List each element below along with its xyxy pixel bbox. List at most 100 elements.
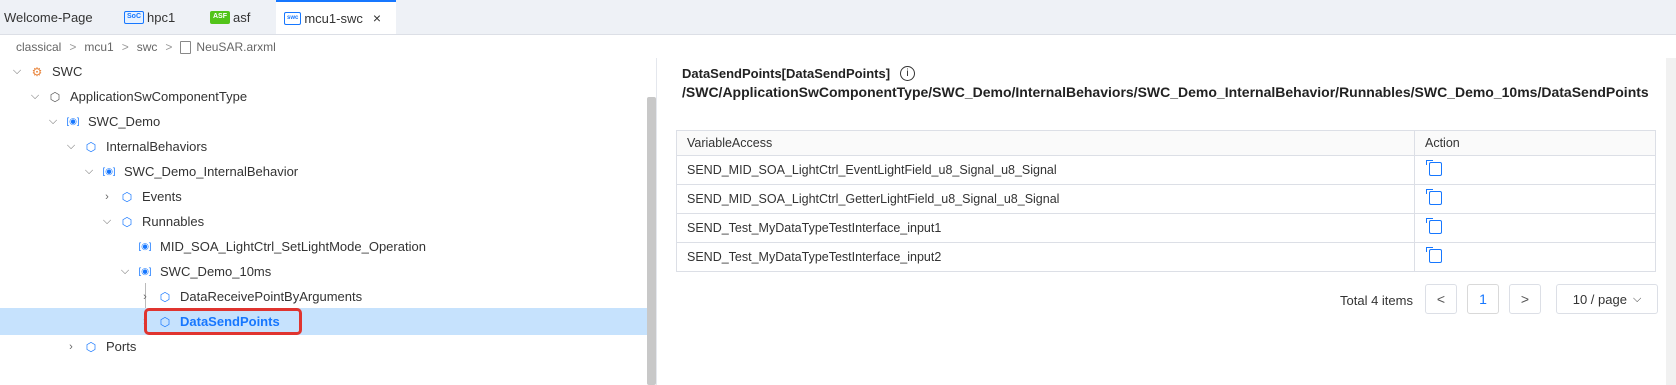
tree-node-swc[interactable]: ⌵ ⚙ SWC <box>0 58 648 85</box>
close-icon[interactable]: × <box>373 10 381 26</box>
tab-bar: Welcome-Page SoC hpc1 ASF asf swc mcu1-s… <box>0 0 1676 35</box>
cube-icon: ⬡ <box>85 339 97 354</box>
tree-node-label: DataReceivePointByArguments <box>180 289 363 304</box>
chevron-down-icon[interactable]: ⌵ <box>10 65 24 78</box>
detail-path: /SWC/ApplicationSwComponentType/SWC_Demo… <box>682 84 1649 100</box>
action-cell <box>1414 184 1656 214</box>
chevron-right-icon: > <box>165 40 173 54</box>
file-icon <box>180 40 192 54</box>
tree-panel: ⌵ ⚙ SWC ⌵ ⬡ ApplicationSwComponentType ⌵… <box>0 58 648 385</box>
tree-node-label: SWC <box>52 64 83 79</box>
tree-node-datasendpoints[interactable]: › ⬡ DataSendPoints <box>0 308 648 335</box>
tree-node-swc-demo-10ms[interactable]: ⌵ [◉] SWC_Demo_10ms <box>0 258 648 285</box>
tab-label: mcu1-swc <box>304 10 363 26</box>
instance-icon: [◉] <box>102 166 116 176</box>
chevron-down-icon[interactable]: ⌵ <box>64 140 78 153</box>
next-page-button[interactable]: > <box>1509 284 1541 314</box>
tree-node-label: Runnables <box>142 214 205 229</box>
cube-icon: ⬡ <box>121 189 133 204</box>
detail-title-text: DataSendPoints[DataSendPoints] <box>682 66 891 81</box>
detail-scrollbar[interactable] <box>1666 58 1676 385</box>
table-cell: SEND_Test_MyDataTypeTestInterface_input1 <box>676 213 1415 243</box>
instance-icon: [◉] <box>138 241 152 251</box>
cube-icon: ⬡ <box>121 214 133 229</box>
chevron-right-icon[interactable]: › <box>100 191 114 203</box>
copy-icon[interactable] <box>1426 159 1442 176</box>
cube-icon: ⬡ <box>85 139 97 154</box>
tree-node-datareceivepointbyarguments[interactable]: › ⬡ DataReceivePointByArguments <box>0 283 648 310</box>
table-cell: SEND_Test_MyDataTypeTestInterface_input2 <box>676 242 1415 272</box>
prev-page-button[interactable]: < <box>1425 284 1457 314</box>
table-row: SEND_MID_SOA_LightCtrl_GetterLightField_… <box>676 184 1656 214</box>
tab-mcu1-swc[interactable]: swc mcu1-swc × <box>276 0 396 34</box>
detail-title: DataSendPoints[DataSendPoints] i <box>682 66 916 81</box>
tree-node-label: ApplicationSwComponentType <box>70 89 248 104</box>
tree-node-swc-demo-internalbehavior[interactable]: ⌵ [◉] SWC_Demo_InternalBehavior <box>0 158 648 185</box>
action-cell <box>1414 155 1656 185</box>
page-1-button[interactable]: 1 <box>1467 284 1499 314</box>
info-icon[interactable]: i <box>900 66 916 81</box>
chevron-right-icon: > <box>69 40 77 54</box>
tree-node-label: SWC_Demo_InternalBehavior <box>124 164 299 179</box>
table-row: SEND_Test_MyDataTypeTestInterface_input1 <box>676 213 1656 243</box>
swc-icon: swc <box>284 11 302 25</box>
chevron-down-icon: ⌵ <box>1632 292 1642 305</box>
tree-node-label: SWC_Demo_10ms <box>160 264 272 279</box>
page-size-select[interactable]: 10 / page ⌵ <box>1556 284 1658 314</box>
tree-node-label: MID_SOA_LightCtrl_SetLightMode_Operation <box>160 239 426 254</box>
tab-hpc1[interactable]: SoC hpc1 <box>124 0 175 34</box>
cube-icon: ⬡ <box>159 289 171 304</box>
instance-icon: [◉] <box>66 116 80 126</box>
chevron-down-icon[interactable]: ⌵ <box>28 90 42 103</box>
tree-node-setlightmode-operation[interactable]: [◉] MID_SOA_LightCtrl_SetLightMode_Opera… <box>0 233 648 260</box>
tree-node-ports[interactable]: › ⬡ Ports <box>0 333 648 360</box>
table-header-row: VariableAccess Action <box>676 130 1656 156</box>
tree-node-internalbehaviors[interactable]: ⌵ ⬡ InternalBehaviors <box>0 133 648 160</box>
breadcrumb-item[interactable]: mcu1 <box>84 40 113 54</box>
tab-label: hpc1 <box>147 9 176 25</box>
table-row: SEND_MID_SOA_LightCtrl_EventLightField_u… <box>676 155 1656 185</box>
instance-icon: [◉] <box>138 266 152 276</box>
panel-divider[interactable] <box>656 58 657 385</box>
chevron-down-icon[interactable]: ⌵ <box>100 215 114 228</box>
table-cell: SEND_MID_SOA_LightCtrl_EventLightField_u… <box>676 155 1415 185</box>
breadcrumb-item[interactable]: classical <box>16 40 61 54</box>
tree-node-applicationswcomponenttype[interactable]: ⌵ ⬡ ApplicationSwComponentType <box>0 83 648 110</box>
copy-icon[interactable] <box>1426 217 1442 234</box>
page-size-value: 10 / page <box>1572 291 1627 307</box>
action-cell <box>1414 213 1656 243</box>
pagination-total: Total 4 items <box>1340 292 1413 308</box>
column-header: Action <box>1414 130 1656 156</box>
tree-scrollbar[interactable] <box>647 97 656 385</box>
chevron-down-icon[interactable]: ⌵ <box>82 165 96 178</box>
soc-icon: SoC <box>124 10 144 24</box>
tab-label: asf <box>233 9 251 25</box>
breadcrumb: classical > mcu1 > swc > NeuSAR.arxml <box>0 36 276 58</box>
highlight-box <box>144 308 302 335</box>
tree-node-runnables[interactable]: ⌵ ⬡ Runnables <box>0 208 648 235</box>
column-header: VariableAccess <box>676 130 1415 156</box>
tree-node-events[interactable]: › ⬡ Events <box>0 183 648 210</box>
chevron-right-icon: > <box>121 40 129 54</box>
breadcrumb-file[interactable]: NeuSAR.arxml <box>196 40 275 54</box>
tree-node-label: Ports <box>106 339 137 354</box>
tab-welcome-page[interactable]: Welcome-Page <box>4 0 93 34</box>
variable-access-table: VariableAccess Action SEND_MID_SOA_Light… <box>676 130 1656 272</box>
component-tree-icon: ⚙ <box>31 64 43 79</box>
tree-node-swc-demo[interactable]: ⌵ [◉] SWC_Demo <box>0 108 648 135</box>
chevron-down-icon[interactable]: ⌵ <box>118 265 132 278</box>
tree-node-label: InternalBehaviors <box>106 139 208 154</box>
copy-icon[interactable] <box>1426 188 1442 205</box>
chevron-right-icon[interactable]: › <box>64 341 78 353</box>
breadcrumb-item[interactable]: swc <box>137 40 158 54</box>
cube-icon: ⬡ <box>49 89 61 104</box>
tab-label: Welcome-Page <box>4 9 93 25</box>
table-cell: SEND_MID_SOA_LightCtrl_GetterLightField_… <box>676 184 1415 214</box>
tree-node-label: Events <box>142 189 182 204</box>
copy-icon[interactable] <box>1426 246 1442 263</box>
chevron-right-icon[interactable]: › <box>138 291 152 303</box>
tab-asf[interactable]: ASF asf <box>210 0 250 34</box>
chevron-down-icon[interactable]: ⌵ <box>46 115 60 128</box>
table-row: SEND_Test_MyDataTypeTestInterface_input2 <box>676 242 1656 272</box>
tree-node-label: SWC_Demo <box>88 114 161 129</box>
